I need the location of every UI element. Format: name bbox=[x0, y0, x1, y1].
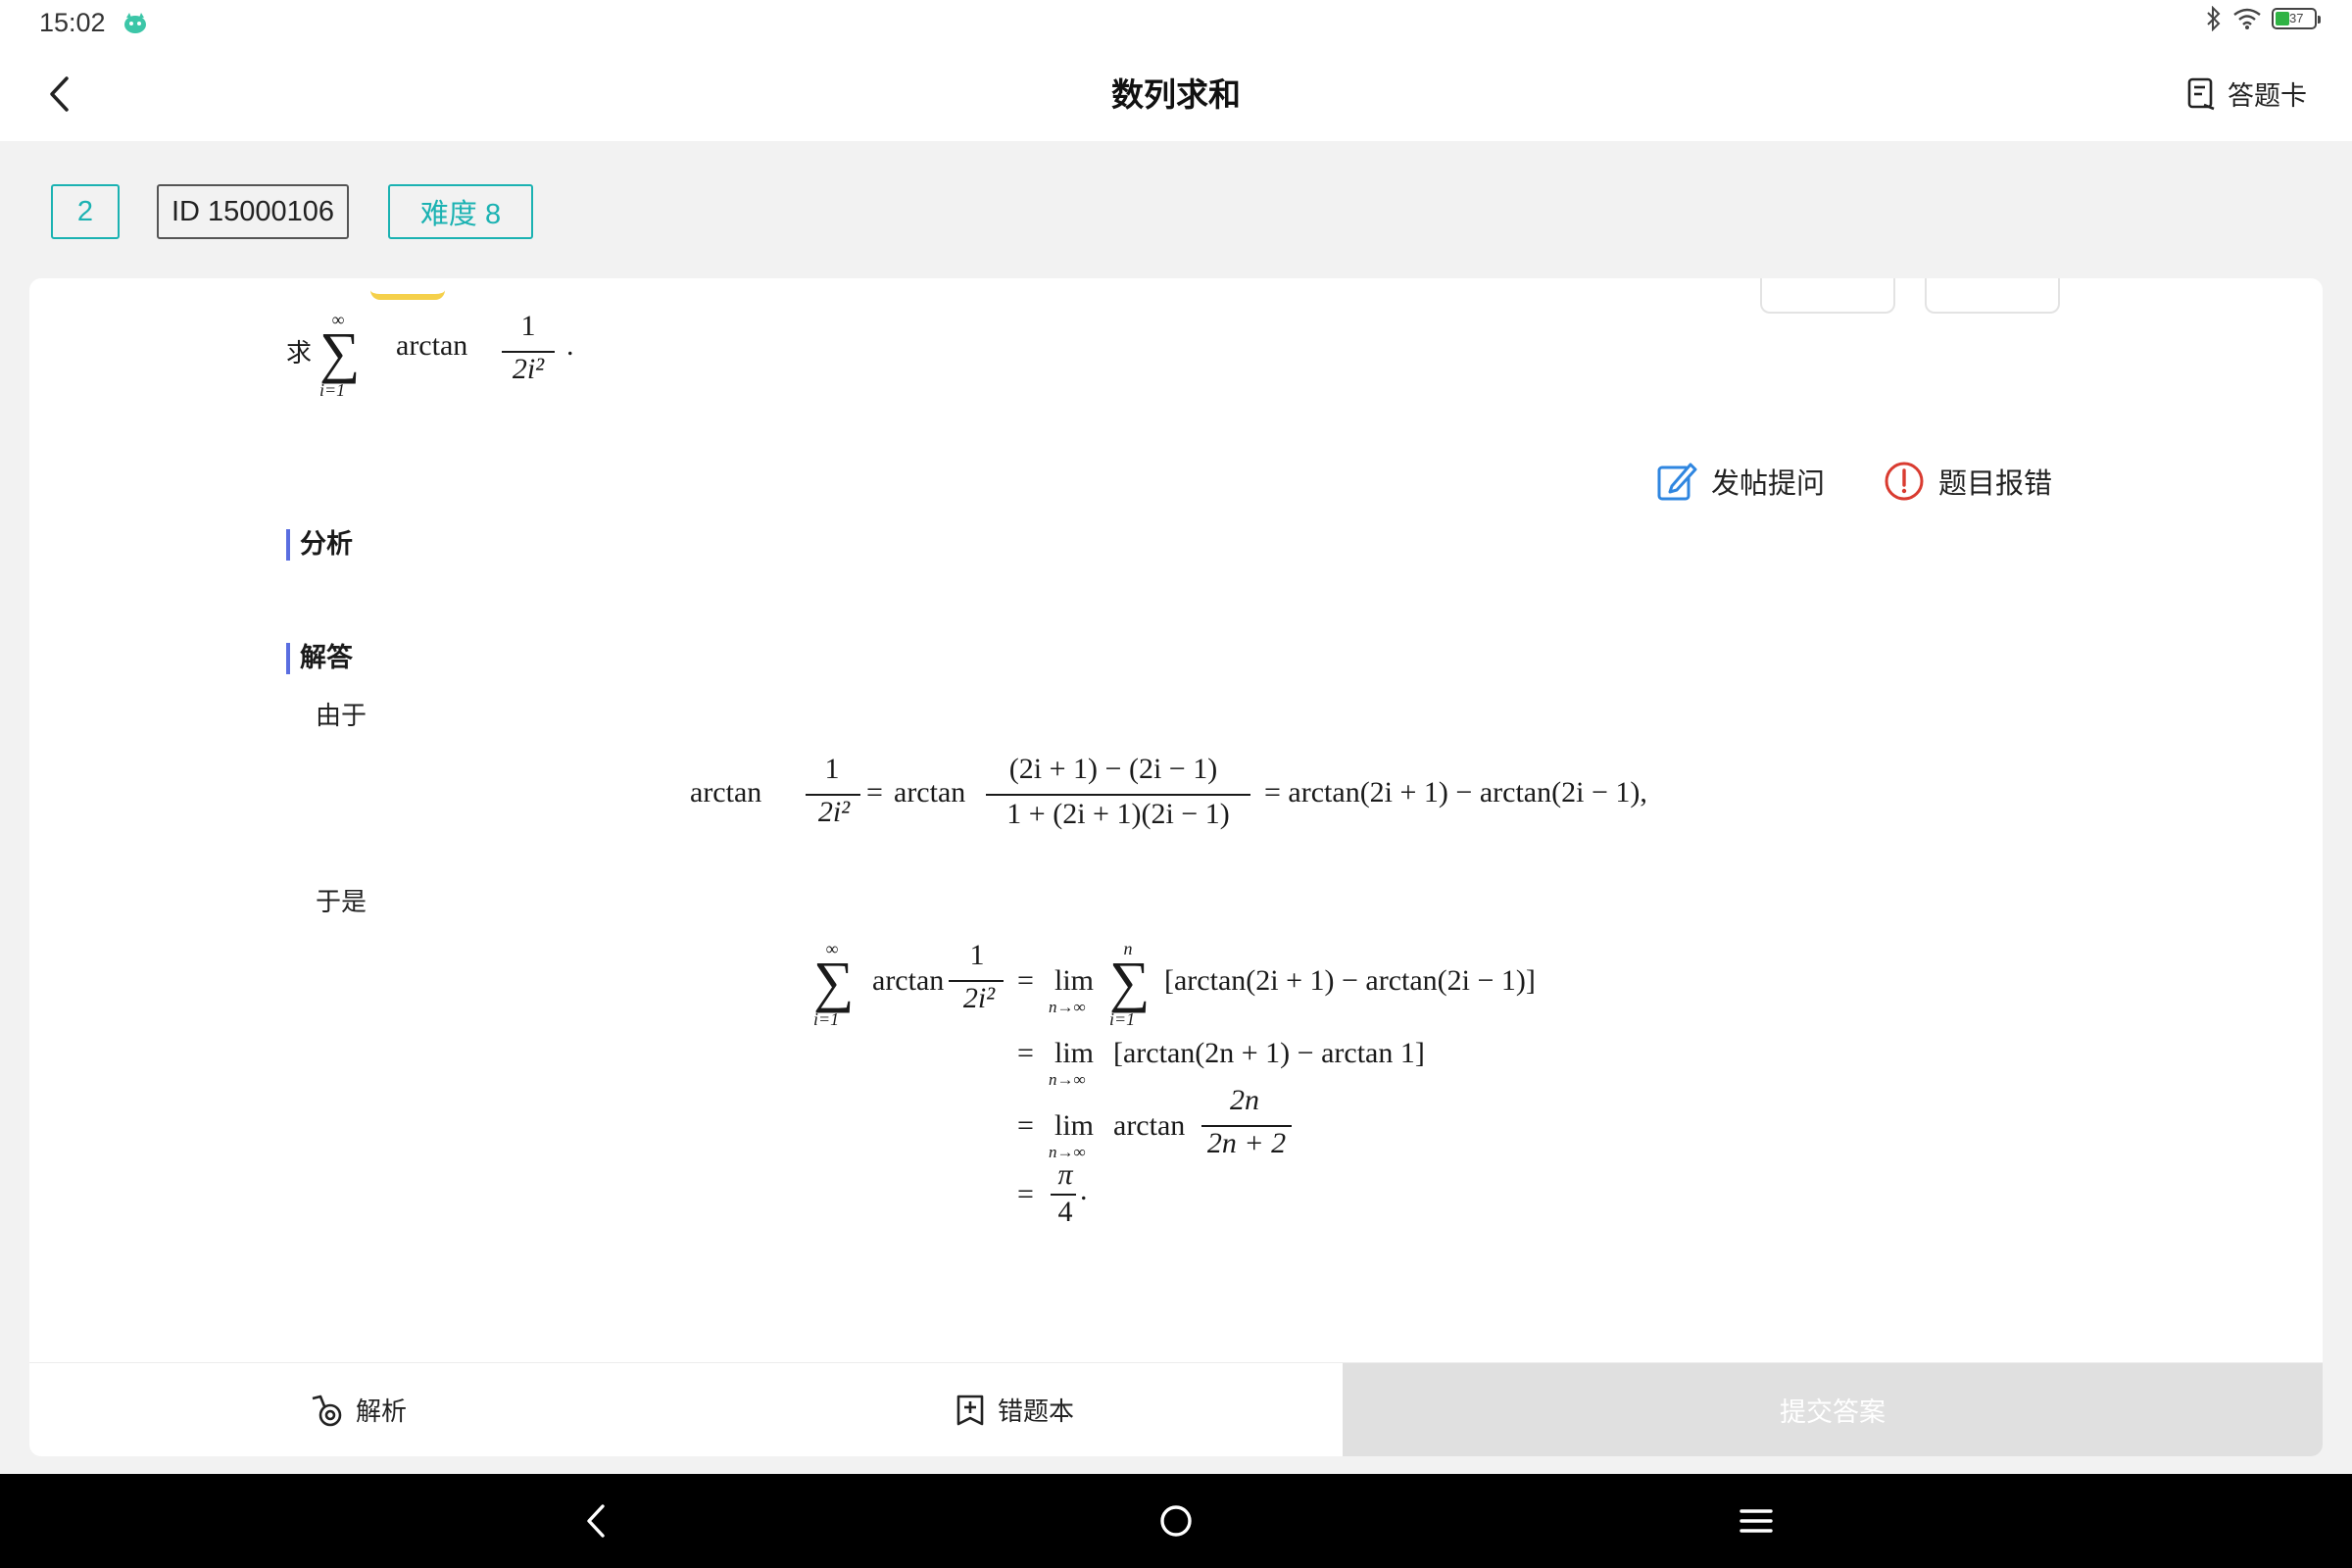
bluetooth-icon bbox=[2207, 6, 2221, 31]
alert-icon bbox=[1885, 462, 1924, 501]
notebook-button-label: 错题本 bbox=[997, 1397, 1074, 1427]
eq1-lhs-den: 2i² bbox=[817, 796, 851, 828]
eq1-mid-num: (2i + 1) − (2i − 1) bbox=[1008, 753, 1218, 785]
eq2-lim-sub: n→∞ bbox=[1049, 1070, 1086, 1089]
eq2-line4-den: 4 bbox=[1057, 1196, 1073, 1228]
eq2-equals: = bbox=[1017, 964, 1034, 997]
nav-back-icon bbox=[587, 1504, 605, 1538]
page-title: 数列求和 bbox=[1111, 75, 1241, 114]
answer-sheet-icon bbox=[2187, 77, 2215, 110]
hint-icon bbox=[312, 1395, 342, 1426]
analysis-button[interactable]: 解析 bbox=[29, 1363, 686, 1456]
problem-suffix: . bbox=[566, 329, 574, 362]
fraction-numerator: 1 bbox=[520, 310, 536, 342]
question-number-tag: 2 bbox=[51, 184, 120, 239]
sum-lower-limit: i=1 bbox=[319, 380, 346, 400]
question-card: 求 ∞ ∑ i=1 arctan 1 2i² . 发帖提问 题目报错 分析 解答… bbox=[29, 278, 2323, 1456]
eq2-line4-num: π bbox=[1057, 1158, 1073, 1191]
eq2-line2-body: [arctan(2n + 1) − arctan 1] bbox=[1113, 1037, 1425, 1069]
edit-icon bbox=[1657, 463, 1697, 501]
nav-home-icon bbox=[1160, 1505, 1192, 1537]
analysis-button-label: 解析 bbox=[355, 1397, 407, 1427]
eq1-lhs-num: 1 bbox=[824, 753, 840, 785]
eq1-equals: = bbox=[866, 776, 883, 808]
post-question-button[interactable]: 发帖提问 bbox=[1656, 461, 1825, 502]
solution-text-therefore: 于是 bbox=[316, 888, 368, 917]
eq2-line1-body: [arctan(2i + 1) − arctan(2i − 1)] bbox=[1164, 964, 1536, 997]
eq2-lim-sub: n→∞ bbox=[1049, 998, 1086, 1016]
nav-home-button[interactable] bbox=[1152, 1497, 1200, 1544]
eq2-lim: lim bbox=[1054, 1109, 1095, 1142]
app-mascot-icon bbox=[124, 13, 146, 33]
report-error-button[interactable]: 题目报错 bbox=[1884, 461, 2052, 502]
sigma-symbol: ∑ bbox=[319, 320, 361, 384]
eq2-line4-end: . bbox=[1080, 1174, 1088, 1206]
eq2-equals: = bbox=[1017, 1037, 1034, 1069]
eq2-equals: = bbox=[1017, 1109, 1034, 1142]
eq1-mid-func: arctan bbox=[894, 776, 966, 808]
eq2-line3-den: 2n + 2 bbox=[1206, 1127, 1287, 1159]
eq2-line3-func: arctan bbox=[1113, 1109, 1186, 1142]
sigma-symbol: ∑ bbox=[1109, 950, 1151, 1013]
submit-button-label: 提交答案 bbox=[1780, 1397, 1886, 1428]
wifi-icon bbox=[2233, 8, 2261, 29]
eq2-den: 2i² bbox=[962, 982, 996, 1014]
top-bar: 15:02 37 数列求和 答题卡 bbox=[0, 0, 2352, 141]
status-icons: 37 bbox=[2205, 6, 2321, 31]
nav-menu-button[interactable] bbox=[1733, 1497, 1780, 1544]
eq2-func: arctan bbox=[872, 964, 945, 997]
system-nav-bar bbox=[0, 1474, 2352, 1568]
bottom-action-bar: 解析 错题本 提交答案 bbox=[29, 1362, 2323, 1456]
fraction-denominator: 2i² bbox=[512, 353, 545, 385]
sigma-symbol: ∑ bbox=[813, 950, 855, 1013]
battery-icon: 37 bbox=[2272, 8, 2321, 29]
nav-back-button[interactable] bbox=[572, 1497, 619, 1544]
eq2-sum-lower: i=1 bbox=[813, 1009, 840, 1029]
eq2-line3-num: 2n bbox=[1230, 1084, 1259, 1116]
clipped-button-decoration bbox=[1925, 278, 2060, 314]
eq2-equals: = bbox=[1017, 1178, 1034, 1210]
eq2-line1-sum-lower: i=1 bbox=[1109, 1009, 1136, 1029]
clipped-button-decoration bbox=[1760, 278, 1895, 314]
status-time: 15:02 bbox=[39, 8, 106, 37]
problem-prefix: 求 bbox=[286, 339, 313, 368]
add-to-notebook-icon bbox=[956, 1395, 984, 1425]
clipped-tab-decoration bbox=[370, 278, 445, 300]
eq1-mid-den: 1 + (2i + 1)(2i − 1) bbox=[1006, 798, 1230, 830]
solution-text-since: 由于 bbox=[316, 702, 368, 731]
nav-menu-icon bbox=[1740, 1509, 1773, 1533]
battery-level: 37 bbox=[2289, 11, 2304, 25]
analysis-section-title: 分析 bbox=[286, 529, 353, 561]
question-id-tag: ID 15000106 bbox=[157, 184, 349, 239]
eq2-lim: lim bbox=[1054, 1037, 1095, 1069]
mistake-notebook-button[interactable]: 错题本 bbox=[686, 1363, 1343, 1456]
post-question-label: 发帖提问 bbox=[1711, 466, 1826, 500]
answer-card-label: 答题卡 bbox=[2228, 81, 2307, 112]
solution-section-title: 解答 bbox=[286, 643, 353, 674]
eq2-num: 1 bbox=[969, 939, 985, 971]
submit-answer-button[interactable]: 提交答案 bbox=[1343, 1363, 2323, 1456]
eq1-lhs-func: arctan bbox=[690, 776, 762, 808]
eq2-lim: lim bbox=[1054, 964, 1095, 997]
difficulty-tag: 难度 8 bbox=[388, 184, 533, 239]
func-name: arctan bbox=[396, 329, 468, 362]
answer-card-button[interactable]: 答题卡 bbox=[2186, 74, 2307, 113]
eq1-rhs: = arctan(2i + 1) − arctan(2i − 1), bbox=[1264, 776, 1647, 808]
report-error-label: 题目报错 bbox=[1938, 466, 2053, 500]
